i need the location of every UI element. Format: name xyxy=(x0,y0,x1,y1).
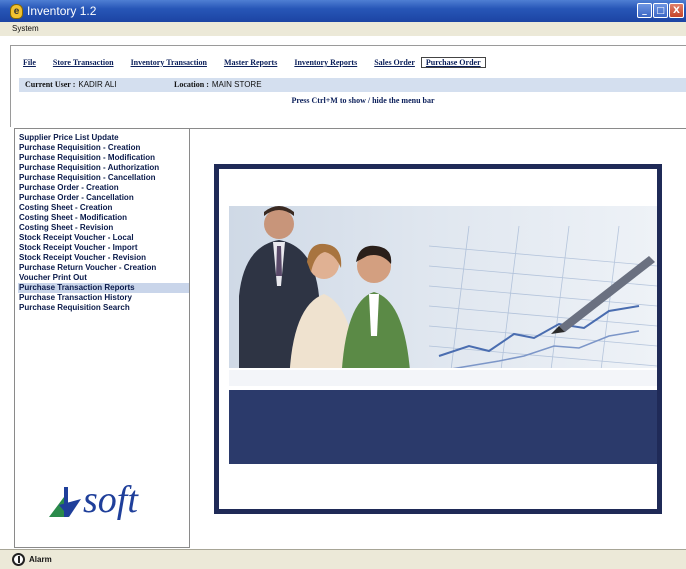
business-team-photo xyxy=(229,206,657,386)
purchase-order-side-menu: Supplier Price List Update Purchase Requi… xyxy=(14,128,190,548)
menu-purchase-order[interactable]: Purchase Order xyxy=(420,57,486,68)
location-label: Location : xyxy=(174,80,209,89)
title-bar: e Inventory 1.2 _ □ X xyxy=(0,0,686,22)
menu-master-reports[interactable]: Master Reports xyxy=(224,58,277,68)
menu-toggle-hint-text: Press Ctrl+M to show / hide the menu bar xyxy=(291,96,435,105)
side-menu-item[interactable]: Purchase Order - Creation xyxy=(18,183,189,193)
logo-mark-icon xyxy=(49,487,81,517)
side-menu-item[interactable]: Supplier Price List Update xyxy=(18,133,189,143)
side-menu-item[interactable]: Purchase Requisition - Authorization xyxy=(18,163,189,173)
side-menu-item[interactable]: Purchase Transaction Reports xyxy=(18,283,189,293)
menu-store-transaction[interactable]: Store Transaction xyxy=(53,58,114,68)
side-menu-item[interactable]: Purchase Requisition Search xyxy=(18,303,189,313)
top-panel: File Store Transaction Inventory Transac… xyxy=(10,45,686,127)
side-menu-item[interactable]: Stock Receipt Voucher - Revision xyxy=(18,253,189,263)
menu-inventory-transaction[interactable]: Inventory Transaction xyxy=(131,58,207,68)
banner-panel xyxy=(229,390,657,464)
close-button[interactable]: X xyxy=(669,3,684,18)
side-menu-item[interactable]: Voucher Print Out xyxy=(18,273,189,283)
window-controls: _ □ X xyxy=(637,3,684,18)
alarm-icon[interactable] xyxy=(12,553,25,566)
side-menu-item[interactable]: Costing Sheet - Revision xyxy=(18,223,189,233)
location-group: Location : MAIN STORE xyxy=(174,78,262,92)
current-user-label: Current User : xyxy=(25,80,76,89)
status-text: Alarm xyxy=(29,555,52,564)
menu-sales-order[interactable]: Sales Order xyxy=(374,58,415,68)
side-menu-item[interactable]: Purchase Requisition - Creation xyxy=(18,143,189,153)
side-menu-item[interactable]: Purchase Requisition - Modification xyxy=(18,153,189,163)
side-menu-item[interactable]: Purchase Requisition - Cancellation xyxy=(18,173,189,183)
logo-text: soft xyxy=(83,479,138,521)
menu-inventory-reports[interactable]: Inventory Reports xyxy=(294,58,357,68)
side-menu-item[interactable]: Purchase Order - Cancellation xyxy=(18,193,189,203)
menu-toggle-hint[interactable]: Press Ctrl+M to show / hide the menu bar xyxy=(19,94,686,108)
side-menu-item[interactable]: Stock Receipt Voucher - Local xyxy=(18,233,189,243)
splash-frame xyxy=(214,164,662,514)
status-bar: Alarm xyxy=(0,549,686,569)
side-menu-item[interactable]: Purchase Return Voucher - Creation xyxy=(18,263,189,273)
menu-bar: File Store Transaction Inventory Transac… xyxy=(23,57,503,68)
system-menu: System xyxy=(0,22,686,36)
side-menu-item[interactable]: Costing Sheet - Modification xyxy=(18,213,189,223)
side-menu-list: Supplier Price List Update Purchase Requi… xyxy=(15,129,189,313)
menu-file[interactable]: File xyxy=(23,58,36,68)
side-menu-item[interactable]: Purchase Transaction History xyxy=(18,293,189,303)
minimize-button[interactable]: _ xyxy=(637,3,652,18)
current-user-value: KADIR ALI xyxy=(78,80,117,89)
user-info-bar: Current User : KADIR ALI Location : MAIN S… xyxy=(19,78,686,92)
location-value: MAIN STORE xyxy=(211,80,262,89)
maximize-button[interactable]: □ xyxy=(653,3,668,18)
photo-illustration xyxy=(229,206,657,386)
system-menu-item[interactable]: System xyxy=(12,24,39,33)
company-logo: soft xyxy=(47,481,138,519)
app-icon[interactable]: e xyxy=(10,3,23,19)
side-menu-item[interactable]: Stock Receipt Voucher - Import xyxy=(18,243,189,253)
window-title: Inventory 1.2 xyxy=(27,4,97,18)
side-menu-item[interactable]: Costing Sheet - Creation xyxy=(18,203,189,213)
